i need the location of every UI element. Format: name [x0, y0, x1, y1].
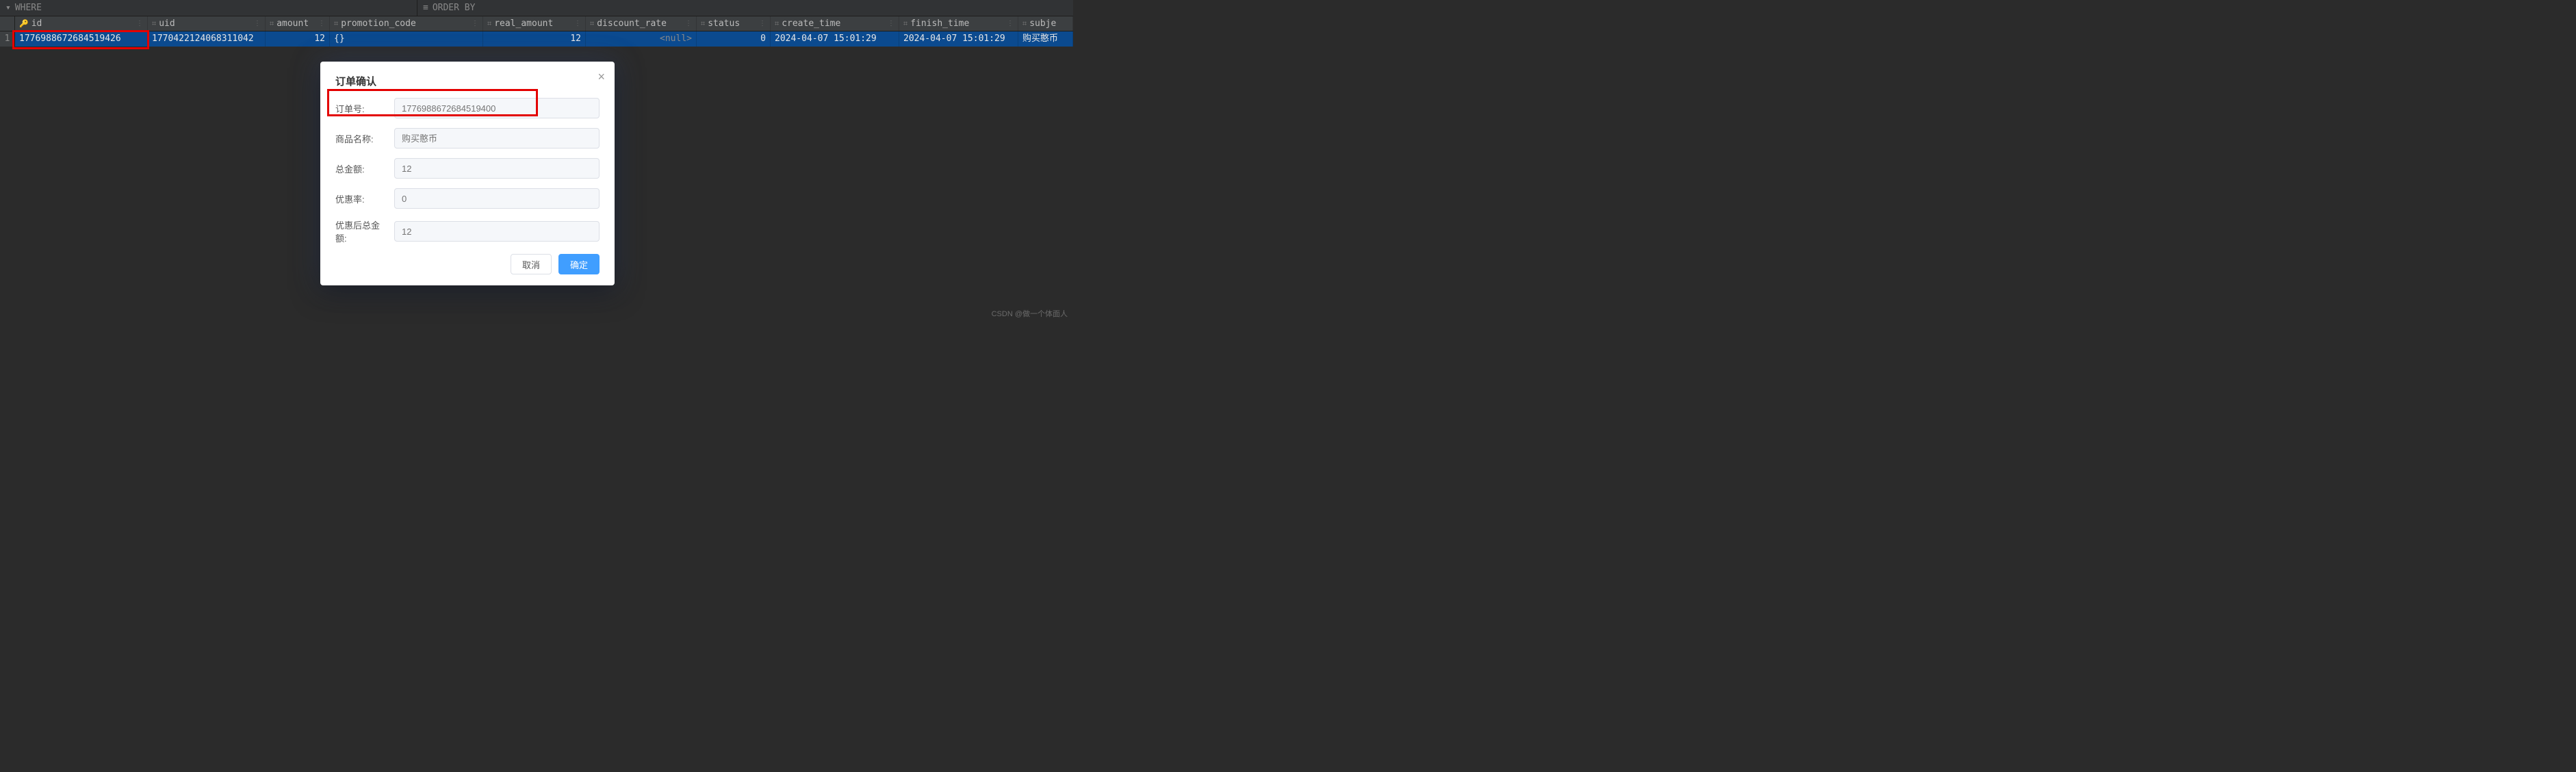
label-final: 优惠后总金额:	[335, 218, 394, 244]
orderby-section[interactable]: ≡ ORDER BY	[417, 0, 1073, 16]
cancel-button[interactable]: 取消	[511, 254, 552, 274]
input-final[interactable]	[394, 221, 600, 242]
column-type-icon: ⌗	[1022, 16, 1027, 31]
row-number: 1	[0, 31, 15, 47]
where-section[interactable]: ▾ WHERE	[0, 0, 417, 16]
column-type-icon: ⌗	[487, 16, 491, 31]
col-header-create-time[interactable]: ⌗create_time⋮	[771, 16, 899, 31]
column-type-icon: ⌗	[903, 16, 907, 31]
col-header-amount[interactable]: ⌗amount⋮	[266, 16, 330, 31]
order-confirm-dialog: 订单确认 × 订单号: 商品名称: 总金额: 优惠率: 优惠后总金额: 取消 确…	[320, 62, 615, 285]
col-header-promotion-code[interactable]: ⌗promotion_code⋮	[330, 16, 483, 31]
form-row-total: 总金额:	[335, 158, 600, 179]
cell-discount-rate[interactable]: <null>	[586, 31, 697, 47]
form-row-final: 优惠后总金额:	[335, 218, 600, 244]
column-type-icon: ⌗	[701, 16, 705, 31]
filter-icon: ▾	[5, 3, 11, 13]
dialog-title: 订单确认	[335, 74, 600, 88]
col-header-finish-time[interactable]: ⌗finish_time⋮	[899, 16, 1018, 31]
col-header-uid[interactable]: ⌗uid⋮	[148, 16, 266, 31]
where-label: WHERE	[15, 3, 42, 13]
column-type-icon: ⌗	[590, 16, 594, 31]
cell-create-time[interactable]: 2024-04-07 15:01:29	[771, 31, 899, 47]
col-header-id[interactable]: 🔑id⋮	[15, 16, 148, 31]
orderby-label: ORDER BY	[433, 3, 476, 13]
rownum-header	[0, 16, 15, 31]
cell-amount[interactable]: 12	[266, 31, 330, 47]
watermark: CSDN @做一个体面人	[992, 308, 1068, 319]
close-icon[interactable]: ×	[597, 70, 605, 84]
form-row-product: 商品名称:	[335, 128, 600, 149]
input-order-no[interactable]	[394, 98, 600, 118]
col-header-real-amount[interactable]: ⌗real_amount⋮	[483, 16, 586, 31]
label-order-no: 订单号:	[335, 102, 394, 115]
label-discount: 优惠率:	[335, 192, 394, 205]
cell-finish-time[interactable]: 2024-04-07 15:01:29	[899, 31, 1018, 47]
table-row[interactable]: 1 1776988672684519426 177042212406831104…	[0, 31, 1073, 47]
filter-bar: ▾ WHERE ≡ ORDER BY	[0, 0, 1073, 16]
result-table: 🔑id⋮ ⌗uid⋮ ⌗amount⋮ ⌗promotion_code⋮ ⌗re…	[0, 16, 1073, 47]
input-total[interactable]	[394, 158, 600, 179]
cell-uid[interactable]: 1770422124068311042	[148, 31, 266, 47]
form-row-order-no: 订单号:	[335, 98, 600, 118]
input-discount[interactable]	[394, 188, 600, 209]
label-total: 总金额:	[335, 162, 394, 175]
column-type-icon: ⌗	[775, 16, 779, 31]
cell-promotion-code[interactable]: {}	[330, 31, 483, 47]
col-header-discount-rate[interactable]: ⌗discount_rate⋮	[586, 16, 697, 31]
confirm-button[interactable]: 确定	[558, 254, 600, 274]
column-type-icon: ⌗	[152, 16, 156, 31]
cell-subject[interactable]: 购买憨币	[1018, 31, 1073, 47]
col-header-subject[interactable]: ⌗subje	[1018, 16, 1073, 31]
cell-real-amount[interactable]: 12	[483, 31, 586, 47]
table-header-row: 🔑id⋮ ⌗uid⋮ ⌗amount⋮ ⌗promotion_code⋮ ⌗re…	[0, 16, 1073, 31]
sort-icon: ≡	[423, 3, 428, 13]
cell-status[interactable]: 0	[697, 31, 771, 47]
cell-id[interactable]: 1776988672684519426	[15, 31, 148, 47]
key-icon: 🔑	[19, 16, 29, 31]
form-row-discount: 优惠率:	[335, 188, 600, 209]
dialog-footer: 取消 确定	[335, 254, 600, 274]
col-header-status[interactable]: ⌗status⋮	[697, 16, 771, 31]
column-type-icon: ⌗	[334, 16, 338, 31]
column-type-icon: ⌗	[270, 16, 274, 31]
input-product[interactable]	[394, 128, 600, 149]
label-product: 商品名称:	[335, 132, 394, 145]
